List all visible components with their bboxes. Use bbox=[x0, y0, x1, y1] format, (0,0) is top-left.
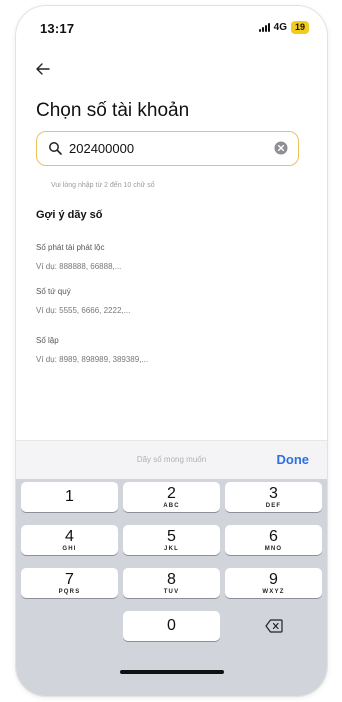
status-indicators: 4G 19 bbox=[258, 20, 309, 34]
key-2[interactable]: 2 ABC bbox=[123, 482, 220, 512]
numeric-keyboard: Dãy số mong muốn Done 1 2 ABC 3 DEF 4 GH… bbox=[16, 440, 327, 696]
backspace-icon bbox=[265, 619, 283, 633]
search-box[interactable] bbox=[36, 131, 299, 166]
key-7[interactable]: 7 PQRS bbox=[21, 568, 118, 598]
suggestion-item[interactable]: Số lặp Ví dụ: 8989, 898989, 389389,... bbox=[36, 335, 148, 365]
key-8[interactable]: 8 TUV bbox=[123, 568, 220, 598]
key-4[interactable]: 4 GHI bbox=[21, 525, 118, 555]
clear-circle-icon[interactable] bbox=[274, 141, 288, 155]
arrow-left-icon bbox=[36, 63, 50, 75]
key-1[interactable]: 1 bbox=[21, 482, 118, 512]
page-title: Chọn số tài khoản bbox=[36, 100, 190, 121]
key-digit: 1 bbox=[65, 488, 74, 505]
key-digit: 5 bbox=[167, 528, 176, 545]
home-indicator bbox=[120, 670, 224, 674]
suggestion-example: Ví dụ: 888888, 66888,... bbox=[36, 262, 122, 271]
key-0[interactable]: 0 bbox=[123, 611, 220, 641]
key-letters: WXYZ bbox=[262, 589, 285, 595]
key-letters: MNO bbox=[264, 546, 283, 552]
status-time: 13:17 bbox=[40, 21, 75, 36]
signal-icon bbox=[258, 22, 270, 32]
key-letters: DEF bbox=[265, 503, 282, 509]
key-letters: JKL bbox=[164, 546, 179, 552]
key-digit: 4 bbox=[65, 528, 74, 545]
status-bar: 13:17 4G 19 bbox=[16, 6, 327, 46]
suggestion-item[interactable]: Số tứ quý Ví dụ: 5555, 6666, 2222,... bbox=[36, 286, 130, 316]
back-button[interactable] bbox=[33, 58, 57, 80]
key-digit: 9 bbox=[269, 571, 278, 588]
key-digit: 3 bbox=[269, 485, 278, 502]
input-hint: Vui lòng nhập từ 2 đến 10 chữ số bbox=[51, 182, 155, 189]
suggestion-item[interactable]: Số phát tài phát lộc Ví dụ: 888888, 6688… bbox=[36, 242, 121, 272]
suggestion-example: Ví dụ: 8989, 898989, 389389,... bbox=[36, 355, 149, 364]
key-letters: ABC bbox=[163, 503, 180, 509]
search-icon bbox=[49, 142, 62, 155]
key-digit: 8 bbox=[167, 571, 176, 588]
battery-icon: 19 bbox=[290, 20, 309, 34]
key-letters: TUV bbox=[163, 589, 180, 595]
delete-key[interactable] bbox=[225, 611, 322, 641]
key-digit: 2 bbox=[167, 485, 176, 502]
suggestion-example: Ví dụ: 5555, 6666, 2222,... bbox=[36, 306, 131, 315]
key-digit: 7 bbox=[65, 571, 74, 588]
suggestion-name: Số phát tài phát lộc bbox=[36, 243, 105, 252]
suggestion-name: Số tứ quý bbox=[36, 287, 71, 296]
done-button[interactable]: Done bbox=[277, 452, 310, 467]
key-5[interactable]: 5 JKL bbox=[123, 525, 220, 555]
key-letters: GHI bbox=[62, 546, 77, 552]
suggestion-name: Số lặp bbox=[36, 336, 59, 345]
key-3[interactable]: 3 DEF bbox=[225, 482, 322, 512]
network-type: 4G bbox=[273, 21, 287, 33]
key-9[interactable]: 9 WXYZ bbox=[225, 568, 322, 598]
key-digit: 0 bbox=[167, 617, 176, 634]
account-number-input[interactable] bbox=[69, 132, 259, 164]
key-letters: PQRS bbox=[58, 589, 81, 595]
phone-screen: 13:17 4G 19 Chọn số tài khoản Vui lòng n… bbox=[16, 6, 327, 696]
suggestions-title: Gợi ý dãy số bbox=[36, 209, 103, 221]
key-digit: 6 bbox=[269, 528, 278, 545]
keyboard-toolbar: Dãy số mong muốn Done bbox=[16, 440, 327, 479]
key-6[interactable]: 6 MNO bbox=[225, 525, 322, 555]
